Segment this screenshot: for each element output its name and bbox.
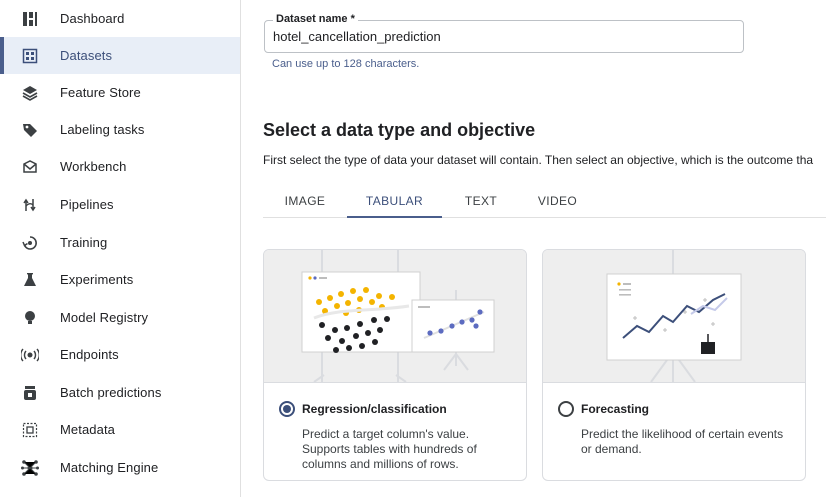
- objective-description: Predict the likelihood of certain events…: [581, 427, 784, 456]
- sidebar-item-workbench[interactable]: Workbench: [0, 148, 240, 185]
- objective-description: Predict a target column's value. Support…: [302, 427, 477, 471]
- sidebar-item-label: Endpoints: [60, 347, 119, 362]
- flask-icon: [21, 271, 39, 289]
- regression-illustration: [264, 250, 526, 382]
- sidebar-item-label: Metadata: [60, 422, 116, 437]
- tab-tabular[interactable]: TABULAR: [347, 185, 442, 218]
- main-content: Dataset name * Can use up to 128 charact…: [241, 0, 826, 497]
- label-tag-icon: [21, 121, 39, 139]
- regression-card-body: Regression/classification Predict a targ…: [264, 382, 526, 480]
- feature-store-icon: [21, 84, 39, 102]
- sidebar-item-dashboard[interactable]: Dashboard: [0, 0, 240, 37]
- sidebar-item-label: Pipelines: [60, 197, 114, 212]
- matching-engine-icon: [21, 459, 39, 477]
- tab-image[interactable]: IMAGE: [263, 185, 347, 217]
- objective-title: Forecasting: [581, 402, 650, 416]
- sidebar-item-label: Training: [60, 235, 108, 250]
- endpoints-icon: [21, 346, 39, 364]
- sidebar-item-labeling-tasks[interactable]: Labeling tasks: [0, 111, 240, 148]
- section-title: Select a data type and objective: [263, 120, 536, 140]
- dashboard-icon: [21, 10, 39, 28]
- sidebar-item-label: Dashboard: [60, 11, 125, 26]
- sidebar-item-training[interactable]: Training: [0, 224, 240, 261]
- sidebar-item-model-registry[interactable]: Model Registry: [0, 299, 240, 336]
- sidebar-item-feature-store[interactable]: Feature Store: [0, 74, 240, 111]
- sidebar-nav: Dashboard Datasets Feature Store Labelin…: [0, 0, 241, 497]
- sidebar-item-pipelines[interactable]: Pipelines: [0, 186, 240, 223]
- forecasting-radio[interactable]: [558, 401, 574, 417]
- sidebar-item-label: Datasets: [60, 48, 113, 63]
- sidebar-item-endpoints[interactable]: Endpoints: [0, 336, 240, 373]
- section-subtitle: First select the type of data your datas…: [263, 153, 814, 167]
- lightbulb-icon: [21, 309, 39, 327]
- sidebar-item-label: Labeling tasks: [60, 122, 145, 137]
- sidebar-item-label: Experiments: [60, 272, 134, 287]
- forecasting-illustration: [543, 250, 805, 382]
- training-icon: [21, 234, 39, 252]
- dataset-name-field[interactable]: Dataset name *: [264, 13, 744, 53]
- regression-radio[interactable]: [279, 401, 295, 417]
- workbench-icon: [21, 158, 39, 176]
- sidebar-item-datasets[interactable]: Datasets: [0, 37, 240, 74]
- objective-card-regression[interactable]: Regression/classification Predict a targ…: [263, 249, 527, 481]
- sidebar-item-label: Workbench: [60, 159, 127, 174]
- tab-text[interactable]: TEXT: [442, 185, 520, 217]
- sidebar-item-label: Model Registry: [60, 310, 149, 325]
- objective-title: Regression/classification: [302, 402, 447, 416]
- datasets-icon: [21, 47, 39, 65]
- sidebar-item-metadata[interactable]: Metadata: [0, 411, 240, 448]
- sidebar-item-matching-engine[interactable]: Matching Engine: [0, 449, 240, 486]
- dataset-name-label: Dataset name *: [273, 13, 358, 25]
- tab-video[interactable]: VIDEO: [520, 185, 595, 217]
- sidebar-item-experiments[interactable]: Experiments: [0, 261, 240, 298]
- metadata-icon: [21, 421, 39, 439]
- sidebar-item-label: Feature Store: [60, 85, 141, 100]
- objective-card-forecasting[interactable]: Forecasting Predict the likelihood of ce…: [542, 249, 806, 481]
- sidebar-item-label: Matching Engine: [60, 460, 159, 475]
- data-type-tabs: IMAGE TABULAR TEXT VIDEO: [263, 185, 826, 218]
- pipelines-icon: [21, 196, 39, 214]
- forecasting-card-body: Forecasting Predict the likelihood of ce…: [543, 382, 805, 480]
- batch-predictions-icon: [21, 384, 39, 402]
- dataset-name-hint: Can use up to 128 characters.: [272, 58, 420, 70]
- sidebar-item-batch-predictions[interactable]: Batch predictions: [0, 374, 240, 411]
- dataset-name-input[interactable]: [273, 29, 733, 44]
- sidebar-item-label: Batch predictions: [60, 385, 162, 400]
